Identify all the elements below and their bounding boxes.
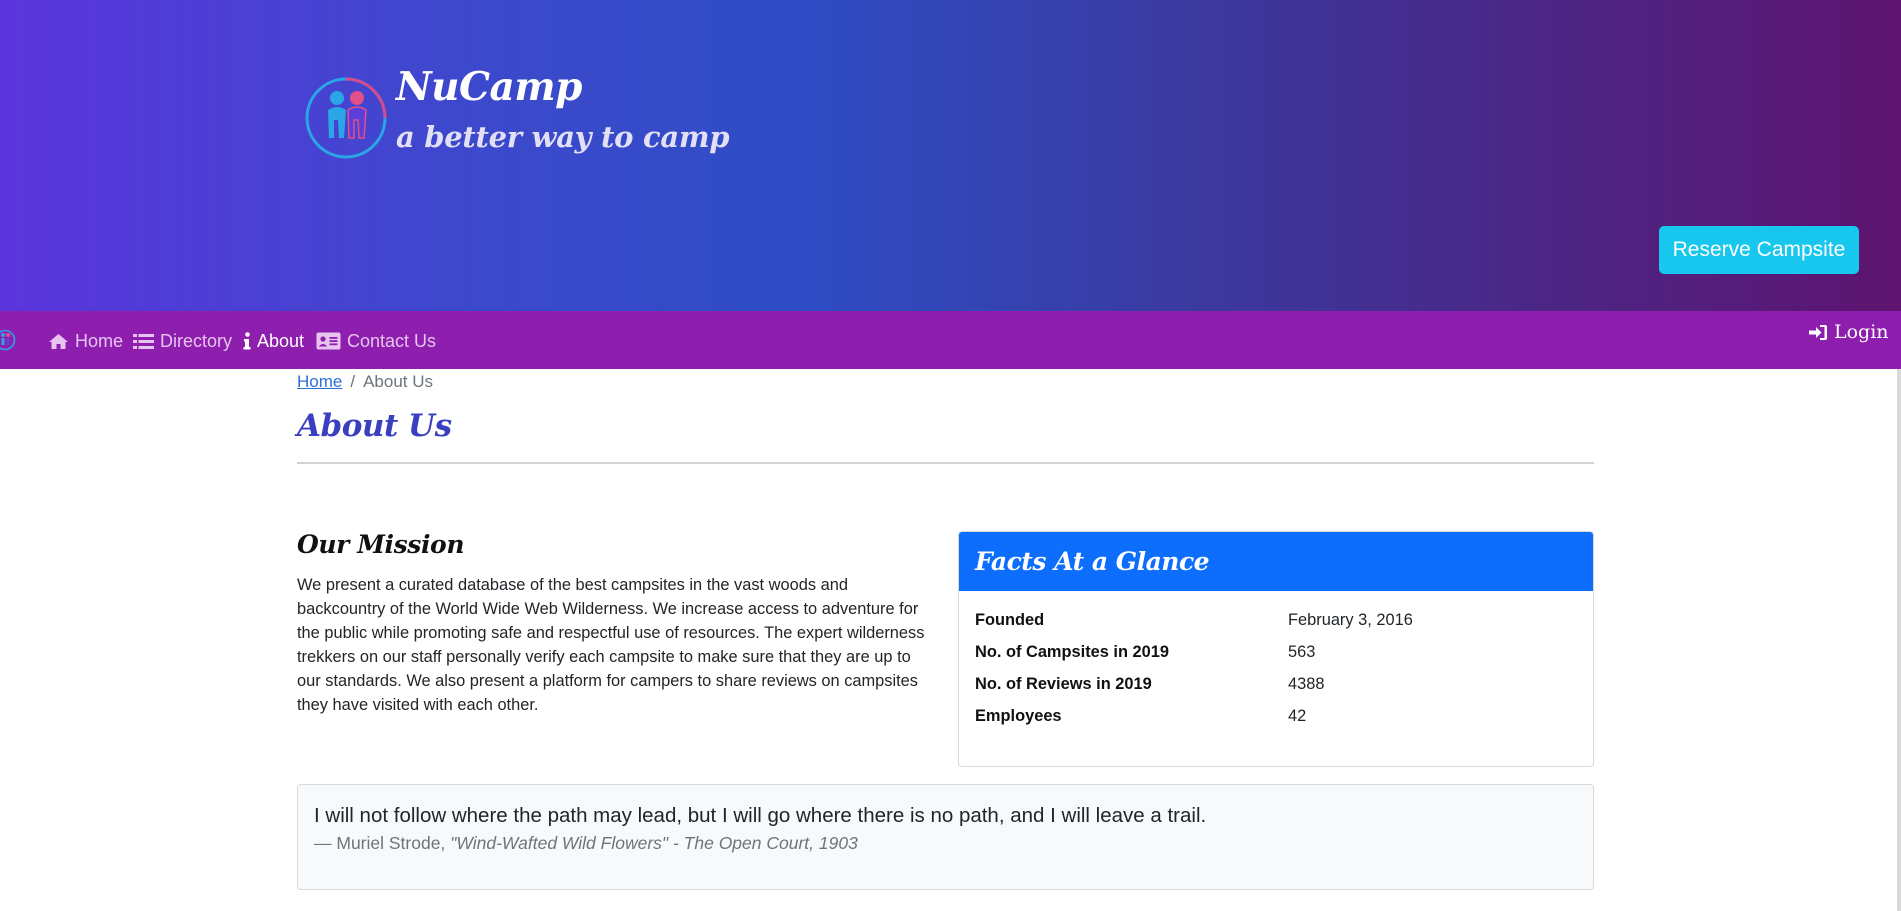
- facts-label: No. of Reviews in 2019: [975, 674, 1152, 693]
- nav-item-home[interactable]: Home: [48, 330, 123, 352]
- home-icon: [49, 333, 68, 349]
- nav-item-contact[interactable]: Contact Us: [316, 330, 436, 352]
- facts-label: Founded: [975, 610, 1045, 629]
- login-button[interactable]: Login: [1809, 320, 1889, 344]
- facts-value: 4388: [1288, 674, 1325, 693]
- mission-heading: Our Mission: [297, 530, 465, 559]
- navbar-logo-icon[interactable]: [0, 329, 22, 351]
- facts-value: 563: [1288, 642, 1316, 661]
- breadcrumb-current: About Us: [363, 372, 434, 391]
- info-icon: [243, 332, 251, 350]
- brand-tagline: a better way to camp: [396, 120, 730, 154]
- divider: [297, 462, 1594, 464]
- quote-footer: — Muriel Strode, "Wind-Wafted Wild Flowe…: [314, 833, 858, 854]
- facts-row: Employees 42: [975, 704, 1579, 728]
- nav-item-label: Home: [75, 330, 124, 351]
- brand-title: NuCamp: [396, 64, 582, 110]
- nav-item-label: About: [257, 330, 305, 351]
- facts-value: 42: [1288, 706, 1307, 725]
- facts-card: Facts At a Glance Founded February 3, 20…: [958, 531, 1594, 767]
- nav-item-directory[interactable]: Directory: [133, 330, 232, 352]
- breadcrumb-separator: /: [350, 372, 356, 391]
- nav-item-label: Directory: [160, 330, 233, 351]
- nav-item-label: Contact Us: [347, 330, 437, 351]
- address-card-icon: [316, 332, 341, 350]
- list-icon: [133, 333, 154, 349]
- facts-label: Employees: [975, 706, 1062, 725]
- quote-source: "Wind-Wafted Wild Flowers" - The Open Co…: [450, 833, 858, 853]
- nav-item-about[interactable]: About: [243, 330, 304, 352]
- facts-row: No. of Campsites in 2019 563: [975, 640, 1579, 664]
- facts-row: Founded February 3, 2016: [975, 608, 1579, 632]
- sign-in-icon: [1809, 324, 1827, 340]
- quote-block: I will not follow where the path may lea…: [297, 784, 1594, 890]
- header-jumbotron: NuCamp a better way to camp Reserve Camp…: [0, 0, 1901, 311]
- mission-text: We present a curated database of the bes…: [297, 576, 925, 714]
- facts-value: February 3, 2016: [1288, 610, 1413, 629]
- main-navbar: Home Directory About Contact Us: [0, 311, 1901, 369]
- login-label: Login: [1834, 321, 1889, 343]
- quote-text: I will not follow where the path may lea…: [314, 804, 1207, 827]
- reserve-campsite-button[interactable]: Reserve Campsite: [1659, 226, 1859, 274]
- facts-heading: Facts At a Glance: [959, 532, 1593, 591]
- nucamp-logo-icon: [305, 77, 387, 159]
- facts-label: No. of Campsites in 2019: [975, 642, 1170, 661]
- quote-author: — Muriel Strode,: [314, 833, 446, 853]
- page-title: About Us: [297, 408, 452, 444]
- facts-row: No. of Reviews in 2019 4388: [975, 672, 1579, 696]
- breadcrumb: Home / About Us: [297, 370, 433, 394]
- breadcrumb-home-link[interactable]: Home: [297, 372, 342, 392]
- scrollbar[interactable]: [1897, 369, 1901, 911]
